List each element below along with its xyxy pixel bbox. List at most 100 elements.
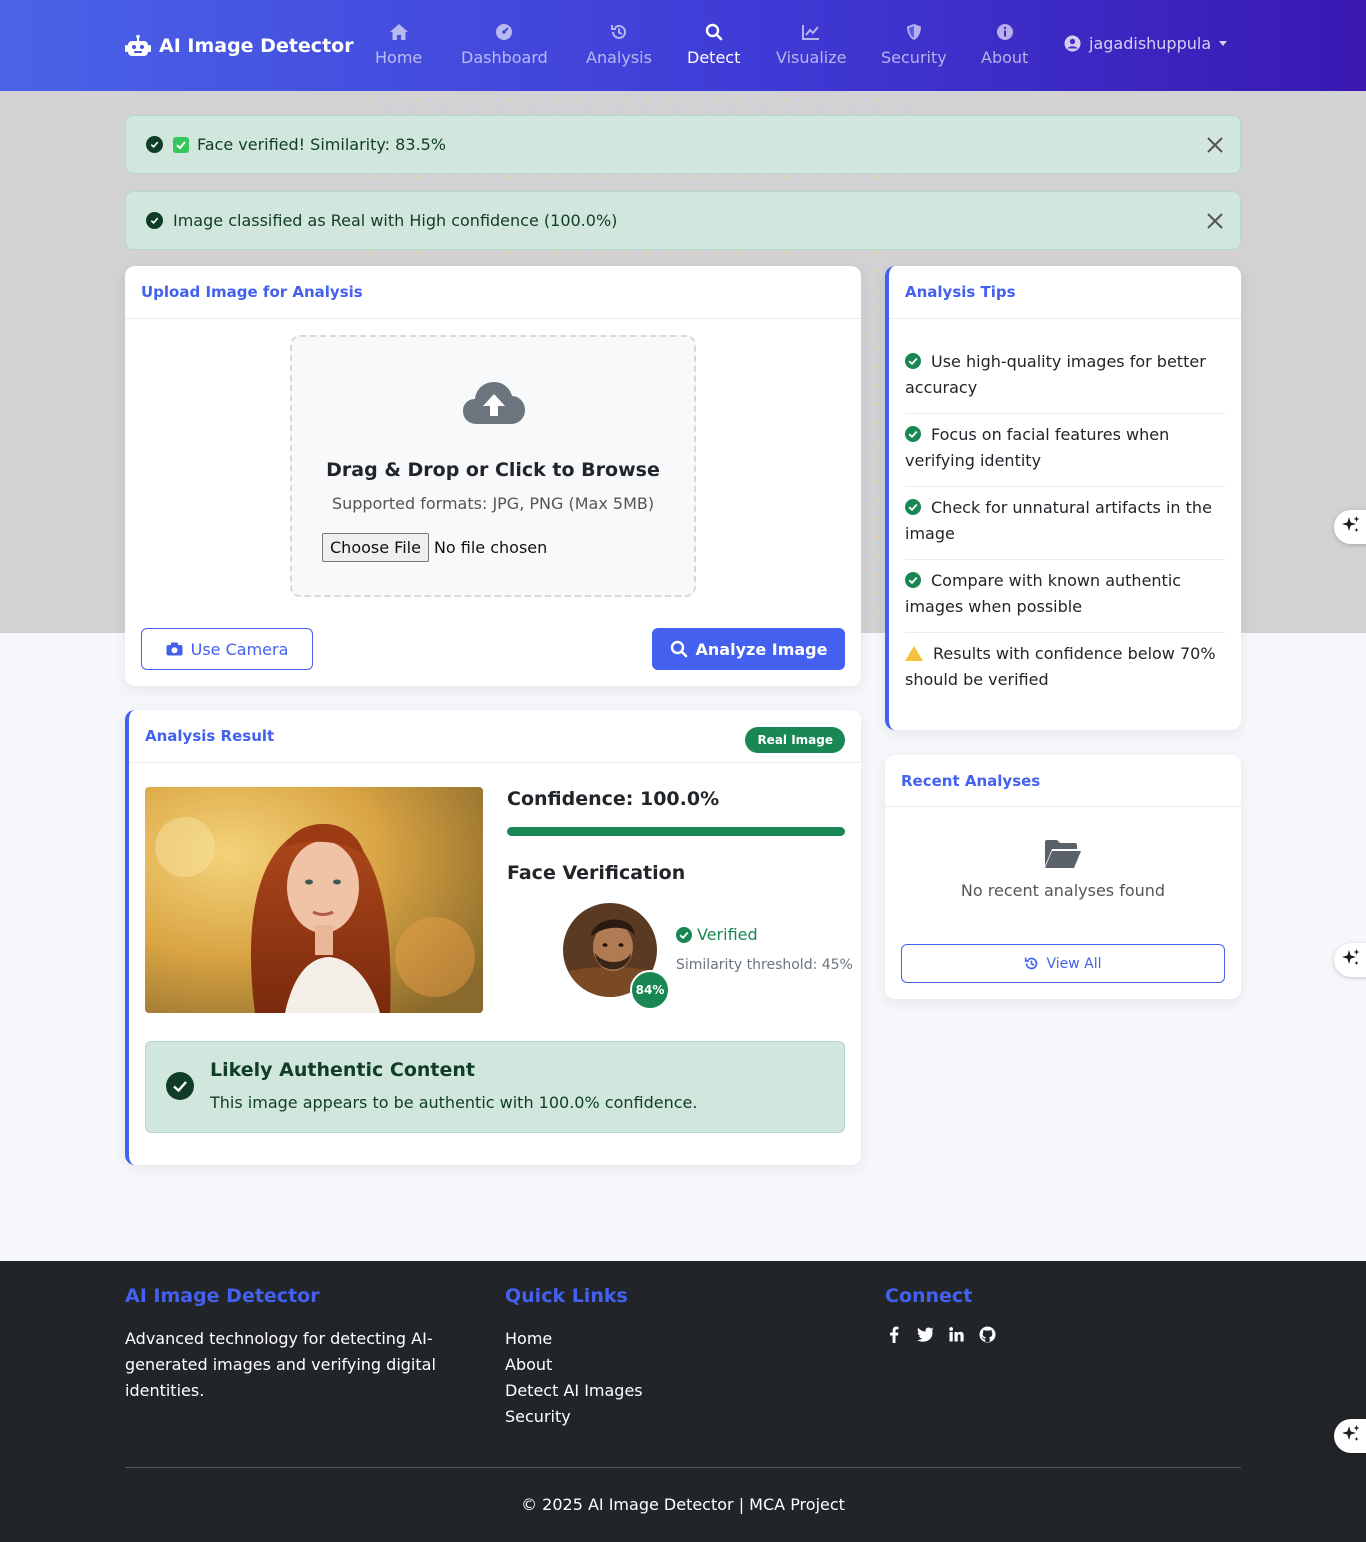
- check-circle-icon: [905, 426, 921, 442]
- tips-list: Use high-quality images for better accur…: [889, 319, 1241, 705]
- nav-detect[interactable]: Detect: [687, 20, 740, 72]
- authentic-text: This image appears to be authentic with …: [210, 1093, 698, 1112]
- alert-text: Face verified! Similarity: 83.5%: [197, 135, 446, 154]
- robot-icon: [125, 34, 151, 57]
- brand-name: AI Image Detector: [159, 35, 354, 57]
- facebook-icon[interactable]: [885, 1325, 903, 1343]
- close-icon[interactable]: [1204, 134, 1226, 156]
- empty-state-text: No recent analyses found: [960, 881, 1166, 900]
- nav-security[interactable]: Security: [881, 20, 947, 72]
- similarity-percent-badge: 84%: [630, 970, 670, 1010]
- nav-visualize-label: Visualize: [776, 48, 847, 67]
- confidence-text: Confidence: 100.0%: [507, 788, 720, 810]
- footer-link-detect[interactable]: Detect AI Images: [505, 1378, 643, 1404]
- verified-status: Verified: [676, 925, 758, 944]
- footer-connect-column: Connect: [885, 1285, 1009, 1343]
- view-all-label: View All: [1046, 955, 1102, 972]
- nav-home[interactable]: Home: [375, 20, 422, 72]
- assistant-fab[interactable]: [1334, 510, 1366, 544]
- recent-analyses-card: Recent Analyses No recent analyses found…: [885, 755, 1241, 999]
- history-icon: [609, 20, 629, 44]
- shield-icon: [904, 20, 924, 44]
- nav-home-label: Home: [375, 48, 423, 67]
- authentic-content-alert: Likely Authentic Content This image appe…: [145, 1041, 845, 1133]
- alert-face-verified: Face verified! Similarity: 83.5%: [125, 115, 1241, 174]
- nav-analysis-label: Analysis: [586, 48, 652, 67]
- tip-item: Compare with known authentic images when…: [905, 560, 1225, 633]
- camera-icon: [166, 642, 183, 656]
- check-circle-icon: [146, 212, 163, 229]
- nav-about[interactable]: About: [981, 20, 1028, 72]
- user-menu[interactable]: jagadishuppula: [1064, 34, 1228, 53]
- footer-copyright: © 2025 AI Image Detector | MCA Project: [521, 1495, 845, 1514]
- tip-item: Use high-quality images for better accur…: [905, 341, 1225, 414]
- confidence-progress-fill: [507, 827, 845, 836]
- footer-brand-title: AI Image Detector: [125, 1285, 320, 1307]
- nav-visualize[interactable]: Visualize: [776, 20, 846, 72]
- assistant-fab[interactable]: [1334, 943, 1366, 977]
- face-verification-title: Face Verification: [507, 862, 686, 884]
- check-circle-icon: [146, 136, 163, 153]
- authentic-title: Likely Authentic Content: [210, 1059, 475, 1081]
- footer: AI Image Detector Advanced technology fo…: [0, 1261, 1366, 1542]
- choose-file-button[interactable]: Choose File: [322, 533, 429, 562]
- recent-card-header: Recent Analyses: [885, 755, 1241, 807]
- analyze-image-label: Analyze Image: [695, 639, 828, 659]
- footer-divider: [125, 1467, 1241, 1468]
- chart-line-icon: [801, 20, 821, 44]
- close-icon[interactable]: [1204, 210, 1226, 232]
- footer-link-about[interactable]: About: [505, 1352, 643, 1378]
- search-icon: [704, 20, 724, 44]
- twitter-icon[interactable]: [916, 1325, 934, 1343]
- footer-link-security[interactable]: Security: [505, 1404, 643, 1430]
- dropzone[interactable]: Drag & Drop or Click to Browse Supported…: [290, 335, 696, 597]
- warning-icon: [905, 646, 923, 661]
- confidence-progress: [507, 827, 845, 836]
- nav-analysis[interactable]: Analysis: [586, 20, 652, 72]
- file-input[interactable]: Choose File No file chosen: [322, 533, 547, 562]
- tip-item: Check for unnatural artifacts in the ima…: [905, 487, 1225, 560]
- dropzone-subtitle: Supported formats: JPG, PNG (Max 5MB): [331, 494, 655, 513]
- footer-connect-title: Connect: [885, 1285, 973, 1307]
- nav-dashboard[interactable]: Dashboard: [461, 20, 548, 72]
- brand[interactable]: AI Image Detector: [125, 31, 354, 61]
- use-camera-button[interactable]: Use Camera: [141, 628, 313, 670]
- home-icon: [389, 20, 409, 44]
- footer-links-column: Quick Links Home About Detect AI Images …: [505, 1285, 643, 1430]
- dropzone-title: Drag & Drop or Click to Browse: [326, 459, 660, 481]
- check-circle-icon: [905, 353, 921, 369]
- assistant-fab[interactable]: [1334, 1419, 1366, 1453]
- alert-classified: Image classified as Real with High confi…: [125, 191, 1241, 250]
- nav-detect-label: Detect: [687, 48, 741, 67]
- upload-card: Upload Image for Analysis Drag & Drop or…: [125, 266, 861, 686]
- analyze-image-button[interactable]: Analyze Image: [652, 628, 845, 670]
- user-circle-icon: [1064, 35, 1081, 52]
- tips-card: Analysis Tips Use high-quality images fo…: [885, 266, 1241, 730]
- check-mark-emoji-icon: [173, 136, 189, 153]
- github-icon[interactable]: [978, 1325, 996, 1343]
- result-card: Analysis Result Real Image Confidence: 1…: [125, 710, 861, 1165]
- history-icon: [1024, 956, 1039, 971]
- upload-card-header: Upload Image for Analysis: [125, 266, 861, 319]
- folder-open-icon: [1044, 839, 1082, 869]
- footer-links-title: Quick Links: [505, 1285, 628, 1307]
- analyzed-image: [145, 787, 483, 1013]
- gauge-icon: [494, 20, 514, 44]
- search-icon: [670, 640, 688, 658]
- linkedin-icon[interactable]: [947, 1325, 965, 1343]
- alert-text: Image classified as Real with High confi…: [173, 211, 618, 230]
- user-name: jagadishuppula: [1089, 34, 1212, 53]
- sparkle-icon: [1341, 515, 1361, 539]
- similarity-threshold: Similarity threshold: 45%: [676, 957, 853, 973]
- tip-item: Focus on facial features when verifying …: [905, 414, 1225, 487]
- footer-link-home[interactable]: Home: [505, 1326, 643, 1352]
- chevron-down-icon: [1219, 41, 1228, 46]
- tip-text: Use high-quality images for better accur…: [905, 352, 1206, 397]
- social-links: [885, 1325, 1009, 1343]
- footer-links: Home About Detect AI Images Security: [505, 1326, 643, 1430]
- check-circle-icon: [905, 499, 921, 515]
- result-badge: Real Image: [745, 727, 845, 753]
- view-all-button[interactable]: View All: [901, 944, 1225, 983]
- check-circle-icon: [166, 1072, 194, 1100]
- check-circle-icon: [905, 572, 921, 588]
